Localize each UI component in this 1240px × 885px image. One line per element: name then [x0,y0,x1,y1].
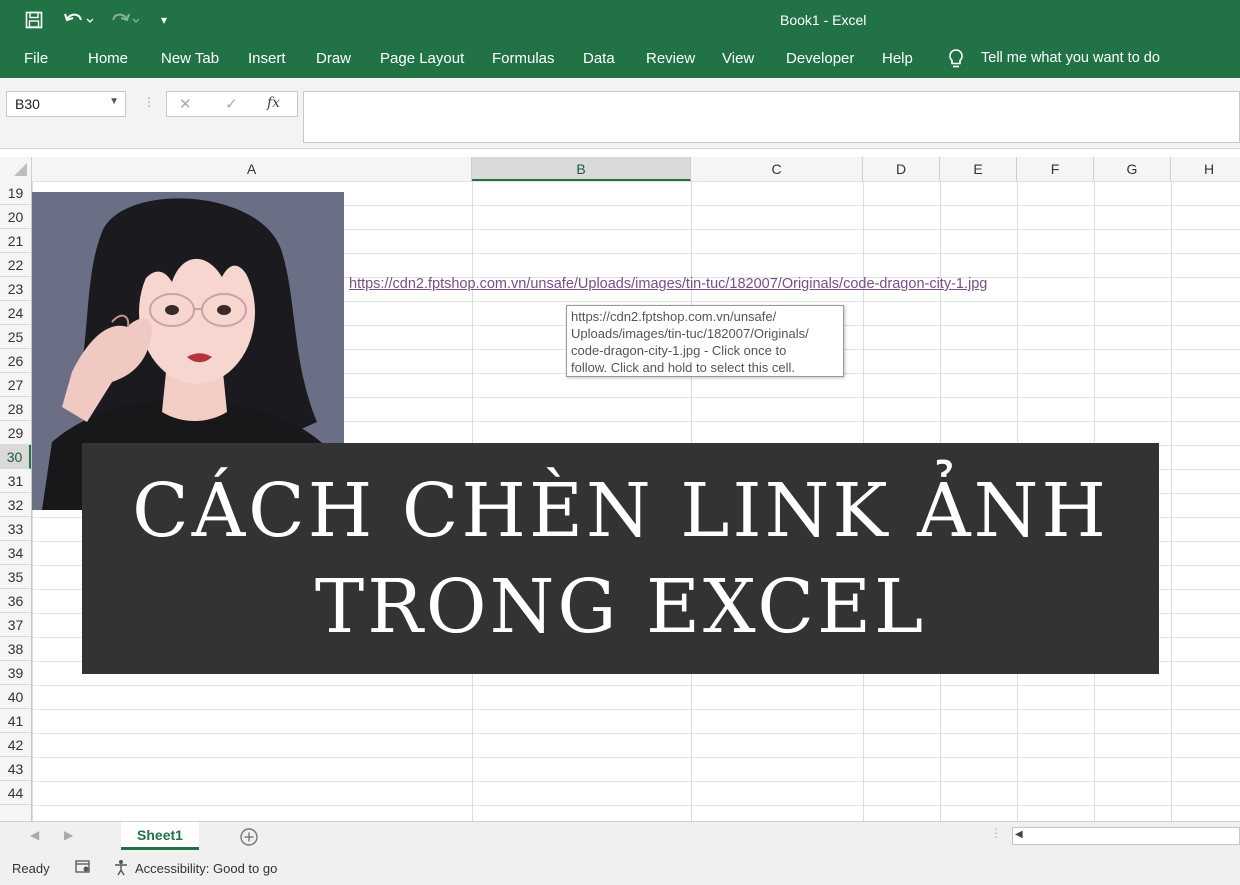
row-header[interactable]: 23 [0,277,31,301]
tooltip-line: Uploads/images/tin-tuc/182007/Originals/ [571,326,809,341]
hyperlink-tooltip: https://cdn2.fptshop.com.vn/unsafe/ Uplo… [566,305,844,377]
drag-handle-icon[interactable]: ⋮ [143,95,155,109]
row-header[interactable]: 21 [0,229,31,253]
title-bar: ▾ Book1 - Excel [0,0,1240,40]
scroll-left-arrow-icon[interactable]: ◀ [1015,829,1023,840]
column-header-d[interactable]: D [863,157,940,181]
column-header-b[interactable]: B [472,157,691,181]
column-header-a[interactable]: A [32,157,472,181]
row-header[interactable]: 40 [0,685,31,709]
sheet-tabs-bar: ◀ ▶ Sheet1 ⋮ ◀ [0,821,1240,852]
sheet-tab-sheet1[interactable]: Sheet1 [121,822,199,850]
row-header[interactable]: 28 [0,397,31,421]
scroll-left-icon[interactable]: ◀ [30,828,39,842]
row-header[interactable]: 25 [0,325,31,349]
macro-record-icon[interactable] [74,858,92,879]
banner-line-1: CÁCH CHÈN LINK ẢNH [132,467,1109,554]
formula-buttons: ✕ ✓ fx [166,91,298,117]
tab-help[interactable]: Help [882,50,913,67]
row-header[interactable]: 22 [0,253,31,277]
row-header[interactable]: 27 [0,373,31,397]
row-header[interactable]: 42 [0,733,31,757]
row-header[interactable]: 29 [0,421,31,445]
column-header-f[interactable]: F [1017,157,1094,181]
tooltip-line: follow. Click and hold to select this ce… [571,360,795,375]
accessibility-icon[interactable] [112,858,132,879]
hyperlink-cell[interactable]: https://cdn2.fptshop.com.vn/unsafe/Uploa… [349,276,987,292]
tab-formulas[interactable]: Formulas [492,50,555,67]
tab-developer[interactable]: Developer [786,50,854,67]
tab-review[interactable]: Review [646,50,695,67]
row-header[interactable]: 19 [0,181,31,205]
tab-data[interactable]: Data [583,50,615,67]
scroll-right-icon[interactable]: ▶ [64,828,73,842]
horizontal-scrollbar[interactable]: ◀ [1012,827,1240,845]
window-title: Book1 - Excel [780,12,867,28]
insert-function-icon[interactable]: fx [267,95,280,111]
lightbulb-icon[interactable] [947,48,965,75]
name-box-value: B30 [15,96,40,112]
accessibility-status[interactable]: Accessibility: Good to go [135,861,277,876]
row-header[interactable]: 39 [0,661,31,685]
tab-view[interactable]: View [722,50,754,67]
ready-status: Ready [12,861,50,876]
undo-icon[interactable] [60,9,96,31]
column-header-g[interactable]: G [1094,157,1171,181]
tab-page-layout[interactable]: Page Layout [380,50,464,67]
formula-bar: B30 ▼ ⋮ ✕ ✓ fx [0,78,1240,149]
banner-line-2: TRONG EXCEL [314,563,927,650]
column-divider [1171,181,1172,821]
row-header[interactable]: 37 [0,613,31,637]
row-header[interactable]: 34 [0,541,31,565]
chevron-down-icon[interactable]: ▼ [109,96,119,107]
cancel-icon[interactable]: ✕ [179,95,192,113]
row-header[interactable]: 33 [0,517,31,541]
row-header[interactable]: 32 [0,493,31,517]
tooltip-line: code-dragon-city-1.jpg - Click once to [571,343,787,358]
enter-icon[interactable]: ✓ [225,95,238,113]
name-box[interactable]: B30 ▼ [6,91,126,117]
ribbon-tabs: File Home New Tab Insert Draw Page Layou… [0,40,1240,78]
row-header[interactable]: 26 [0,349,31,373]
save-icon[interactable] [22,9,46,31]
row-header[interactable]: 36 [0,589,31,613]
tab-file[interactable]: File [24,50,48,67]
column-header-c[interactable]: C [691,157,863,181]
row-header[interactable]: 43 [0,757,31,781]
status-bar: Ready Accessibility: Good to go [0,852,1240,885]
row-headers: 19 20 21 22 23 24 25 26 27 28 29 30 31 3… [0,181,32,821]
formula-input[interactable] [303,91,1240,143]
redo-icon[interactable] [106,9,142,31]
row-header[interactable]: 41 [0,709,31,733]
column-header-h[interactable]: H [1171,157,1240,181]
customize-toolbar-icon[interactable]: ▾ [156,9,172,31]
row-header[interactable]: 20 [0,205,31,229]
row-header[interactable]: 24 [0,301,31,325]
row-header[interactable]: 31 [0,469,31,493]
row-header-selected[interactable]: 30 [0,445,31,469]
splitter-handle[interactable]: ⋮ [990,826,1002,840]
column-header-e[interactable]: E [940,157,1017,181]
tab-draw[interactable]: Draw [316,50,351,67]
tooltip-line: https://cdn2.fptshop.com.vn/unsafe/ [571,309,777,324]
row-header[interactable]: 35 [0,565,31,589]
tab-new-tab[interactable]: New Tab [161,50,219,67]
tab-home[interactable]: Home [88,50,128,67]
row-header[interactable]: 38 [0,637,31,661]
tell-me-search[interactable]: Tell me what you want to do [981,50,1160,66]
row-header[interactable]: 44 [0,781,31,805]
tab-insert[interactable]: Insert [248,50,286,67]
add-sheet-icon[interactable] [238,826,260,853]
column-headers: A B C D E F G H [0,157,1240,182]
select-all-button[interactable] [0,157,32,181]
title-banner: CÁCH CHÈN LINK ẢNH TRONG EXCEL [82,443,1159,674]
